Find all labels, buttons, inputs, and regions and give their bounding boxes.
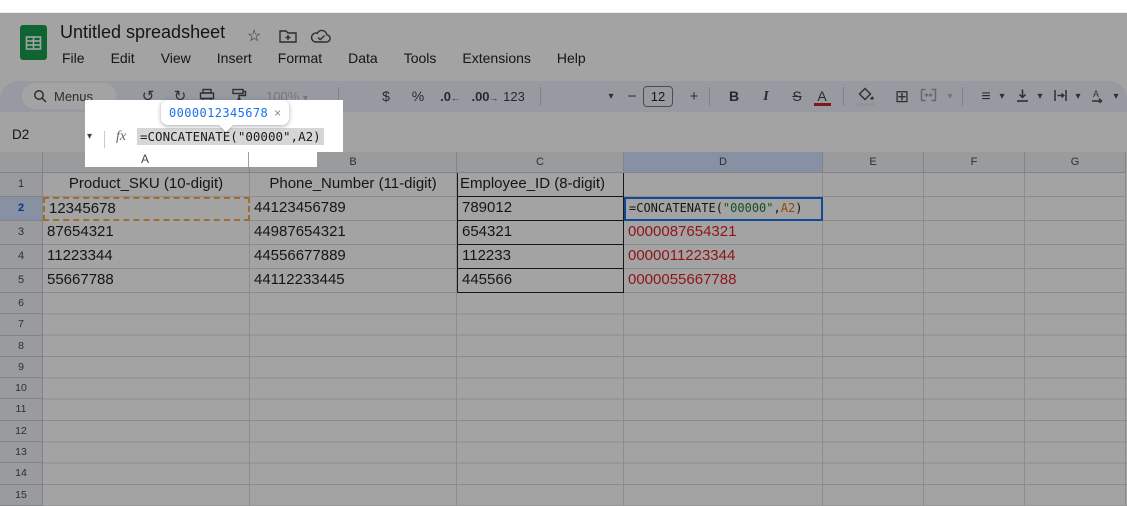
tooltip-value: 0000012345678 [169, 106, 268, 120]
browser-chrome-strip [0, 0, 1127, 13]
spotlight-header-strip: A [85, 152, 317, 167]
column-header-a-bright: A [141, 152, 149, 167]
fx-icon: fx [116, 129, 126, 145]
formula-cell-ref: A2 [298, 129, 313, 144]
column-divider [248, 152, 249, 167]
formula-result-tooltip: 0000012345678 × [161, 100, 289, 125]
formula-suffix: ) [313, 129, 321, 144]
google-sheets-app: Untitled spreadsheet ☆ File Edit View In… [0, 0, 1127, 506]
close-icon[interactable]: × [274, 106, 281, 120]
dim-overlay [0, 13, 1127, 506]
tooltip-caret [219, 125, 233, 132]
formula-comma: , [291, 129, 299, 144]
formula-string-arg: "00000" [238, 129, 291, 144]
formula-bar-divider [104, 131, 105, 148]
name-box-chevron-icon[interactable]: ▾ [87, 131, 92, 142]
formula-spotlight-panel: A ▾ fx =CONCATENATE("00000",A2) 00000123… [85, 100, 343, 168]
